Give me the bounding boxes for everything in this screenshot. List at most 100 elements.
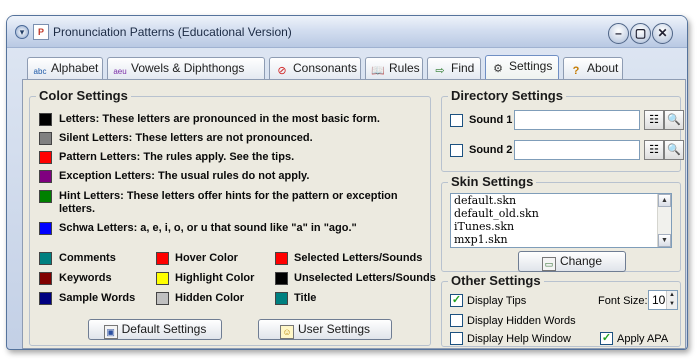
user-icon: ☺ xyxy=(279,325,294,339)
tab-settings[interactable]: ⚙ Settings xyxy=(485,55,559,80)
tab-vowels-diphthongs[interactable]: aeu Vowels & Diphthongs xyxy=(107,57,265,79)
tab-label: Find xyxy=(451,61,475,75)
pattern-letters-color-swatch[interactable] xyxy=(39,151,52,164)
book-icon: 📖 xyxy=(371,65,385,77)
tab-label: Alphabet xyxy=(51,61,99,75)
selected-letters-label: Selected Letters/Sounds xyxy=(294,252,423,264)
comments-color-swatch[interactable] xyxy=(39,252,52,265)
hover-color-label: Hover Color xyxy=(175,252,238,264)
sound2-path-input[interactable] xyxy=(514,140,640,160)
hover-color-swatch[interactable] xyxy=(156,252,169,265)
sound1-path-input[interactable] xyxy=(514,110,640,130)
display-tips-label: Display Tips xyxy=(467,295,527,307)
sound1-checkbox[interactable] xyxy=(450,114,463,127)
user-settings-button[interactable]: ☺ User Settings xyxy=(258,319,392,340)
sound2-label: Sound 2 xyxy=(469,144,513,156)
tab-rules[interactable]: 📖 Rules xyxy=(365,57,423,79)
monitor-icon: ▭ xyxy=(541,257,556,271)
list-item[interactable]: iTunes.skn xyxy=(451,220,671,233)
sound2-checkbox[interactable] xyxy=(450,144,463,157)
magnify-icon: 🔍 xyxy=(667,114,681,126)
hidden-color-swatch[interactable] xyxy=(156,292,169,305)
display-hidden-words-label: Display Hidden Words xyxy=(467,315,576,327)
consonants-icon: ⊘ xyxy=(277,65,287,77)
list-item[interactable]: mxp1.skn xyxy=(451,233,671,246)
system-menu-icon[interactable]: ▾ xyxy=(15,25,29,39)
display-help-window-checkbox[interactable] xyxy=(450,332,463,345)
skin-list[interactable]: default.skn default_old.skn iTunes.skn m… xyxy=(450,193,672,248)
hint-letters-label-cont: letters. xyxy=(59,203,96,215)
letters-color-swatch[interactable] xyxy=(39,113,52,126)
app-icon: P xyxy=(33,24,49,40)
sound1-browse-button[interactable]: ☷ xyxy=(644,110,664,130)
tab-consonants[interactable]: ⊘ Consonants xyxy=(269,57,361,79)
default-settings-button[interactable]: ▣ Default Settings xyxy=(88,319,222,340)
list-item[interactable]: default.skn xyxy=(451,194,671,207)
scroll-down-icon[interactable]: ▼ xyxy=(658,234,671,247)
sample-words-color-swatch[interactable] xyxy=(39,292,52,305)
maximize-button[interactable]: ▢ xyxy=(630,23,651,44)
find-icon: ⇨ xyxy=(435,65,445,77)
title-bar[interactable]: ▾ P Pronunciation Patterns (Educational … xyxy=(7,16,687,48)
pattern-letters-label: Pattern Letters: The rules apply. See th… xyxy=(59,151,295,163)
skin-settings-group: Skin Settings default.skn default_old.sk… xyxy=(441,174,681,272)
sound2-zoom-button[interactable]: 🔍 xyxy=(664,140,684,160)
unselected-letters-label: Unselected Letters/Sounds xyxy=(294,272,436,284)
settings-panel: Color Settings Letters: These letters ar… xyxy=(22,79,686,349)
sample-words-label: Sample Words xyxy=(59,292,136,304)
magnify-icon: 🔍 xyxy=(667,144,681,156)
silent-letters-label: Silent Letters: These letters are not pr… xyxy=(59,132,313,144)
tab-find[interactable]: ⇨ Find xyxy=(427,57,481,79)
display-tips-checkbox[interactable]: ✓ xyxy=(450,294,463,307)
silent-letters-color-swatch[interactable] xyxy=(39,132,52,145)
schwa-letters-color-swatch[interactable] xyxy=(39,222,52,235)
palette-icon: ▣ xyxy=(103,325,118,339)
sound2-browse-button[interactable]: ☷ xyxy=(644,140,664,160)
display-hidden-words-checkbox[interactable] xyxy=(450,314,463,327)
button-label: Default Settings xyxy=(121,322,207,336)
app-window: ▾ P Pronunciation Patterns (Educational … xyxy=(6,15,688,350)
letters-color-label: Letters: These letters are pronounced in… xyxy=(59,113,380,125)
title-color-swatch[interactable] xyxy=(275,292,288,305)
selected-letters-color-swatch[interactable] xyxy=(275,252,288,265)
list-item[interactable]: default_old.skn xyxy=(451,207,671,220)
keywords-color-swatch[interactable] xyxy=(39,272,52,285)
group-title: Skin Settings xyxy=(448,174,537,189)
tab-label: Settings xyxy=(509,59,553,73)
spinner-arrows-icon[interactable]: ▲ ▼ xyxy=(666,291,677,309)
browse-icon: ☷ xyxy=(649,114,659,126)
tab-label: About xyxy=(587,61,619,75)
keywords-label: Keywords xyxy=(59,272,112,284)
apply-apa-label: Apply APA xyxy=(617,333,669,345)
tab-alphabet[interactable]: abc Alphabet xyxy=(27,57,103,79)
font-size-value: 10 xyxy=(652,293,666,307)
group-title: Color Settings xyxy=(36,88,131,103)
hint-letters-color-swatch[interactable] xyxy=(39,190,52,203)
tab-bar: abc Alphabet aeu Vowels & Diphthongs ⊘ Cons… xyxy=(27,55,687,80)
font-size-label: Font Size: xyxy=(598,295,648,307)
button-label: User Settings xyxy=(297,322,371,336)
highlight-color-label: Highlight Color xyxy=(175,272,255,284)
hint-letters-label: Hint Letters: These letters offer hints … xyxy=(59,190,398,202)
unselected-letters-color-swatch[interactable] xyxy=(275,272,288,285)
minimize-button[interactable]: – xyxy=(608,23,629,44)
highlight-color-swatch[interactable] xyxy=(156,272,169,285)
exception-letters-color-swatch[interactable] xyxy=(39,170,52,183)
button-label: Change xyxy=(559,254,603,268)
comments-label: Comments xyxy=(59,252,116,264)
directory-settings-group: Directory Settings Sound 1 ☷ 🔍 Sound 2 ☷… xyxy=(441,88,684,172)
skin-list-scrollbar[interactable]: ▲ ▼ xyxy=(657,194,671,247)
scroll-up-icon[interactable]: ▲ xyxy=(658,194,671,207)
tab-about[interactable]: ? About xyxy=(563,57,623,79)
tab-label: Consonants xyxy=(293,61,358,75)
apply-apa-checkbox[interactable]: ✓ xyxy=(600,332,613,345)
close-button[interactable]: ✕ xyxy=(652,23,673,44)
change-skin-button[interactable]: ▭ Change xyxy=(518,251,626,272)
exception-letters-label: Exception Letters: The usual rules do no… xyxy=(59,170,310,182)
font-size-spinner[interactable]: 10 ▲ ▼ xyxy=(648,290,678,310)
display-help-window-label: Display Help Window xyxy=(467,333,571,345)
sound1-label: Sound 1 xyxy=(469,114,513,126)
help-icon: ? xyxy=(572,65,580,77)
sound1-zoom-button[interactable]: 🔍 xyxy=(664,110,684,130)
schwa-letters-label: Schwa Letters: a, e, i, o, or u that sou… xyxy=(59,222,357,234)
